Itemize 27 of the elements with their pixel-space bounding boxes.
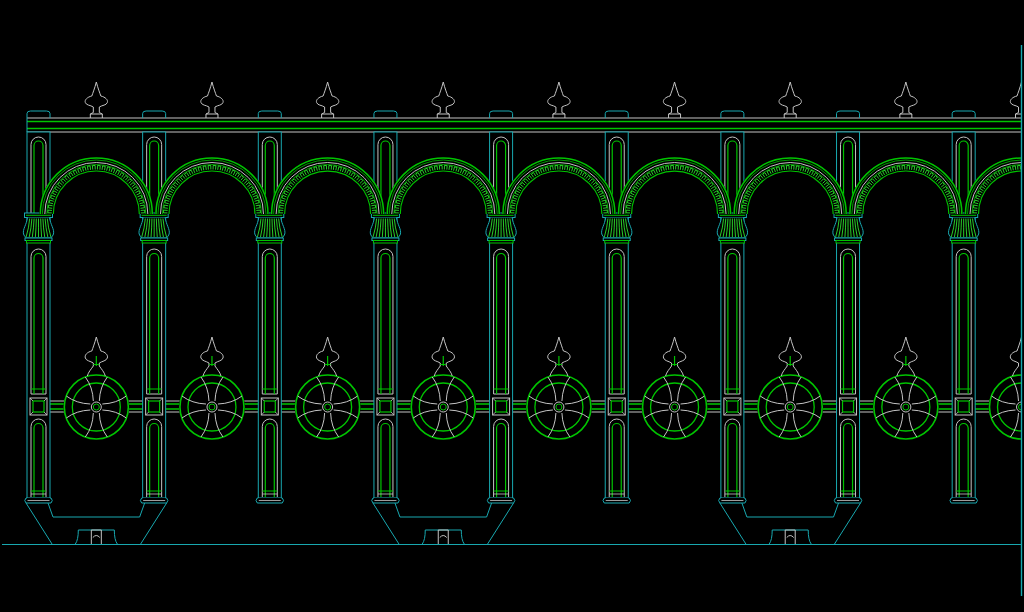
medallion <box>641 374 708 440</box>
finial <box>547 81 571 119</box>
finial <box>431 336 455 377</box>
medallion <box>294 374 361 440</box>
finial <box>662 81 687 119</box>
finial <box>547 336 571 377</box>
finial <box>1009 81 1022 119</box>
finial <box>778 336 802 377</box>
finial <box>894 336 918 377</box>
finial <box>431 81 455 119</box>
finial <box>200 81 224 119</box>
finial <box>662 336 687 377</box>
medallion <box>757 374 824 440</box>
medallion <box>988 374 1023 440</box>
finial <box>1009 336 1022 377</box>
finial <box>778 81 802 119</box>
finial <box>894 81 918 119</box>
medallion <box>525 374 592 440</box>
medallion <box>63 374 130 440</box>
finial <box>200 336 224 377</box>
finial <box>84 81 108 119</box>
finial <box>315 336 340 377</box>
finial <box>84 336 108 377</box>
medallion <box>178 374 245 440</box>
medallion <box>872 374 939 440</box>
finial <box>315 81 340 119</box>
medallion <box>410 374 477 440</box>
